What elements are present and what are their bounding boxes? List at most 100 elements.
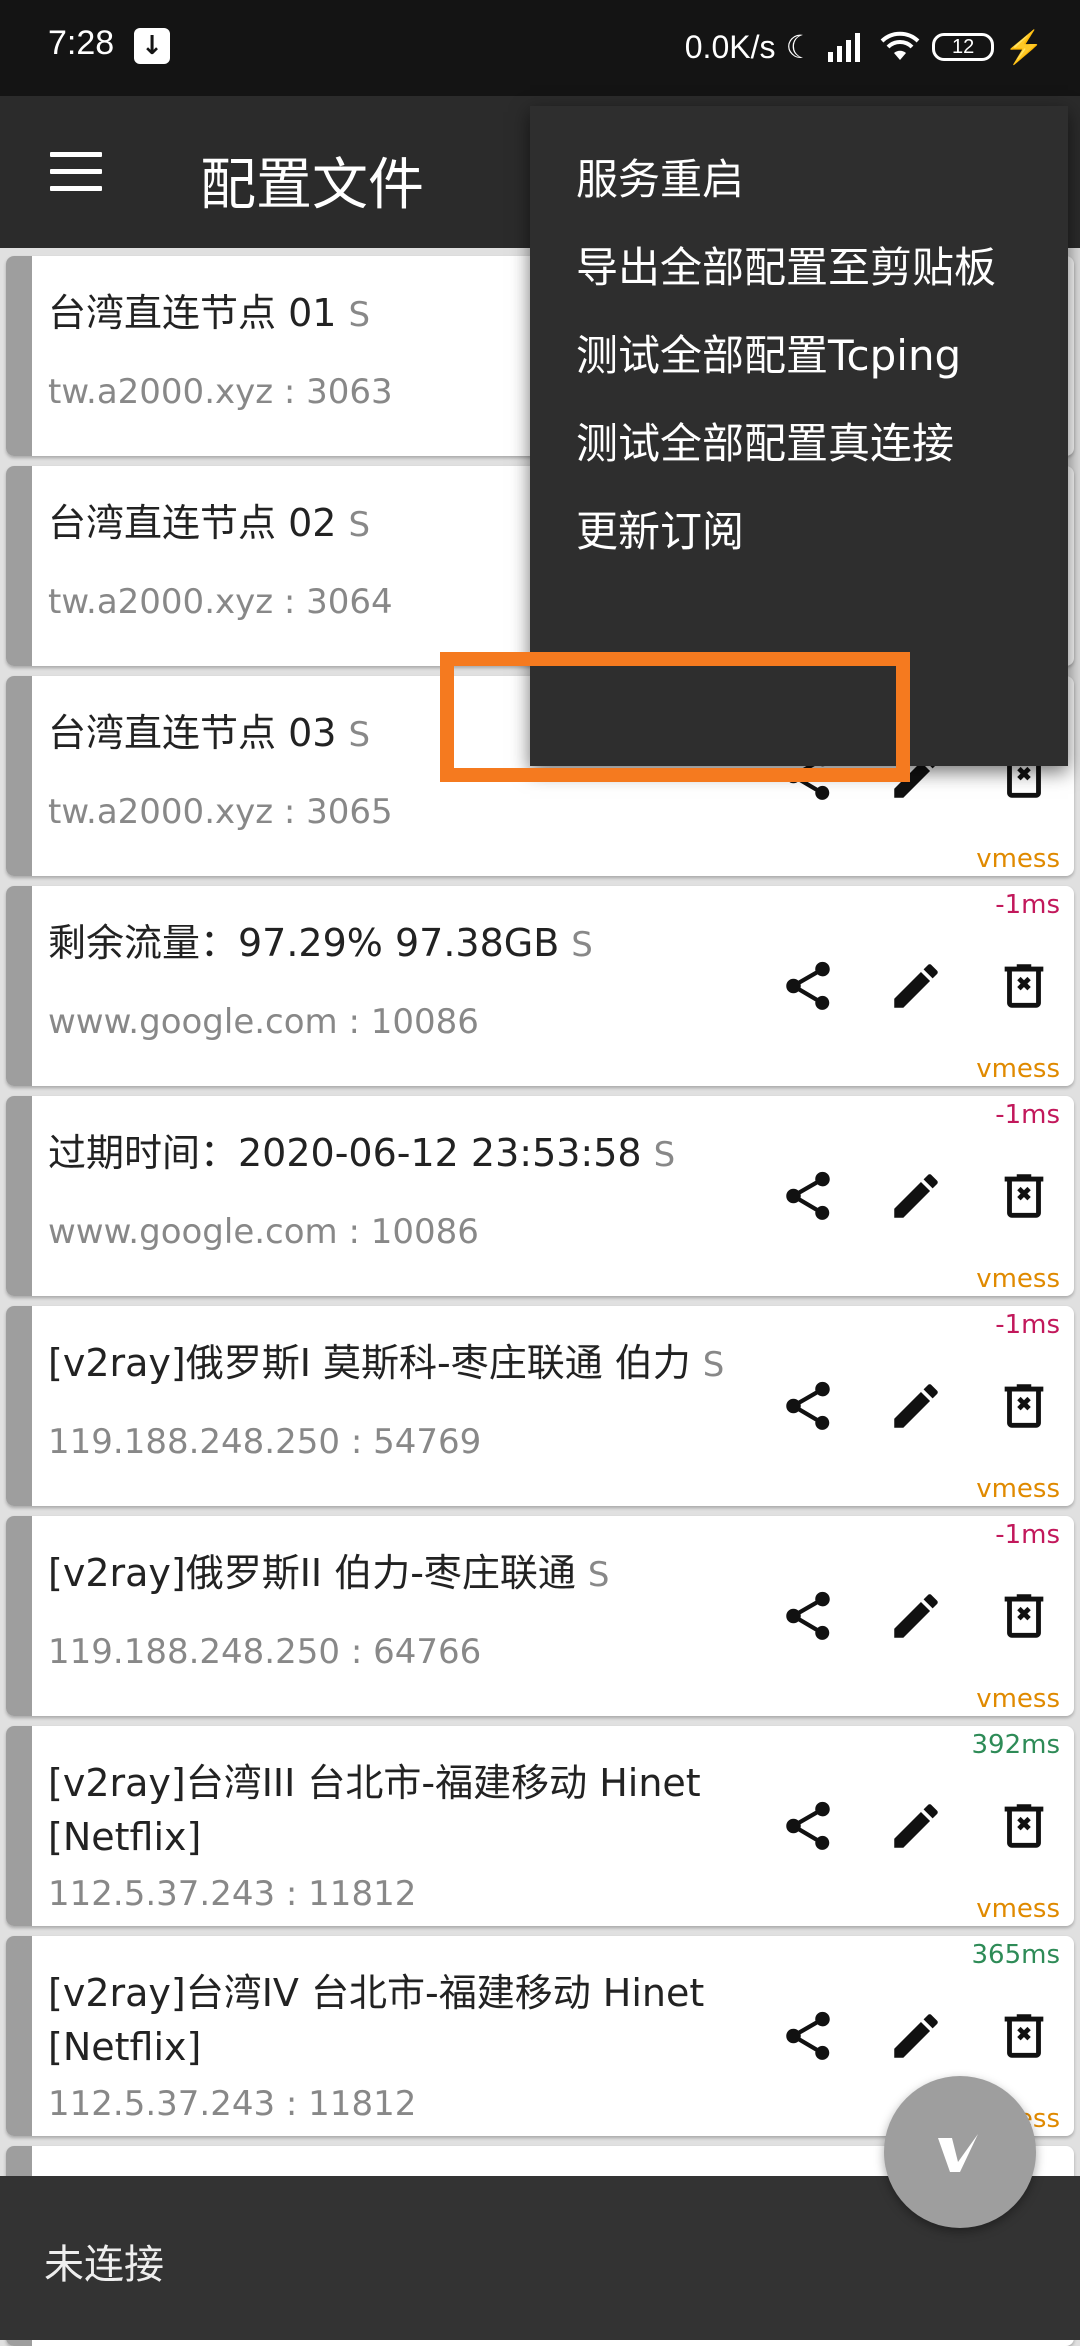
selection-indicator <box>6 1936 32 2136</box>
share-icon[interactable] <box>776 2004 840 2068</box>
card-actions <box>776 1794 1056 1858</box>
card-actions <box>776 2004 1056 2068</box>
server-address: tw.a2000.xyz : 3063 <box>48 372 393 412</box>
share-icon[interactable] <box>776 1794 840 1858</box>
server-address: www.google.com : 10086 <box>48 1002 479 1042</box>
menu-item-restart-service[interactable]: 服务重启 <box>576 146 744 207</box>
server-name: [v2ray]台湾III 台北市-福建移动 Hinet [Netflix] <box>48 1756 768 1864</box>
selection-indicator <box>6 676 32 876</box>
delete-icon[interactable] <box>992 1374 1056 1438</box>
edit-icon[interactable] <box>884 954 948 1018</box>
server-suffix: S <box>348 505 371 545</box>
selection-indicator <box>6 1306 32 1506</box>
edit-icon[interactable] <box>884 1794 948 1858</box>
protocol-type: vmess <box>976 1264 1060 1294</box>
battery-icon: 12 <box>932 33 995 61</box>
ping-latency: -1ms <box>995 1100 1060 1130</box>
server-address: www.google.com : 10086 <box>48 1212 479 1252</box>
server-name-text: [v2ray]俄罗斯II 伯力-枣庄联通 <box>48 1551 576 1595</box>
edit-icon[interactable] <box>884 1374 948 1438</box>
server-name-text: 剩余流量：97.29% 97.38GB <box>48 921 560 965</box>
delete-icon[interactable] <box>992 2004 1056 2068</box>
server-name: 过期时间：2020-06-12 23:53:58 S <box>48 1126 768 1182</box>
ping-latency: -1ms <box>995 890 1060 920</box>
menu-icon[interactable] <box>50 152 102 192</box>
page-title: 配置文件 <box>200 153 424 218</box>
status-icons: 0.0K/s ☾ 12 ⚡ <box>685 22 1044 72</box>
menu-item-test-real-connection[interactable]: 测试全部配置真连接 <box>576 410 954 471</box>
protocol-type: vmess <box>976 1054 1060 1084</box>
card-actions <box>776 1584 1056 1648</box>
server-address: 119.188.248.250 : 54769 <box>48 1422 482 1462</box>
protocol-type: vmess <box>976 1474 1060 1504</box>
protocol-type: vmess <box>976 1894 1060 1924</box>
server-suffix: S <box>348 715 371 755</box>
server-suffix: S <box>653 1135 676 1175</box>
server-card[interactable]: 剩余流量：97.29% 97.38GB Swww.google.com : 100… <box>6 886 1074 1086</box>
server-suffix: S <box>571 925 593 965</box>
highlight-box <box>440 652 910 782</box>
ping-latency: -1ms <box>995 1310 1060 1340</box>
connection-status: 未连接 <box>44 2242 164 2288</box>
server-card[interactable]: 过期时间：2020-06-12 23:53:58 Swww.google.com … <box>6 1096 1074 1296</box>
server-suffix: S <box>702 1345 725 1385</box>
server-address: tw.a2000.xyz : 3065 <box>48 792 393 832</box>
signal-icon <box>828 33 861 62</box>
server-address: 112.5.37.243 : 11812 <box>48 2084 417 2124</box>
protocol-type: vmess <box>976 844 1060 874</box>
clock: 7:28 <box>48 24 115 62</box>
selection-indicator <box>6 256 32 456</box>
ping-latency: 365ms <box>971 1940 1061 1970</box>
v-logo-icon <box>938 2134 978 2172</box>
ping-latency: -1ms <box>995 1520 1060 1550</box>
download-notification-icon: ↓ <box>134 28 170 64</box>
server-suffix: S <box>348 295 371 335</box>
share-icon[interactable] <box>776 1584 840 1648</box>
edit-icon[interactable] <box>884 1584 948 1648</box>
menu-item-test-tcping[interactable]: 测试全部配置Tcping <box>576 322 961 383</box>
server-card[interactable]: [v2ray]俄罗斯I 莫斯科-枣庄联通 伯力 S 119.188.248.250 … <box>6 1306 1074 1506</box>
server-name-text: [v2ray]俄罗斯I 莫斯科-枣庄联通 伯力 <box>48 1341 691 1385</box>
charging-icon: ⚡ <box>1004 29 1044 65</box>
server-name-text: 台湾直连节点 03 <box>48 711 337 755</box>
share-icon[interactable] <box>776 1374 840 1438</box>
menu-item-update-subscription[interactable]: 更新订阅 <box>576 498 744 559</box>
selection-indicator <box>6 1726 32 1926</box>
menu-item-export-all[interactable]: 导出全部配置至剪贴板 <box>576 234 996 295</box>
server-name-text: [v2ray]台湾III 台北市-福建移动 Hinet [Netflix] <box>48 1761 701 1859</box>
delete-icon[interactable] <box>992 1794 1056 1858</box>
server-name: [v2ray]俄罗斯I 莫斯科-枣庄联通 伯力 S <box>48 1336 768 1392</box>
server-name: 剩余流量：97.29% 97.38GB S <box>48 916 768 972</box>
server-name-text: 过期时间：2020-06-12 23:53:58 <box>48 1131 642 1175</box>
edit-icon[interactable] <box>884 2004 948 2068</box>
delete-icon[interactable] <box>992 954 1056 1018</box>
card-actions <box>776 1164 1056 1228</box>
selection-indicator <box>6 886 32 1086</box>
server-name: [v2ray]台湾IV 台北市-福建移动 Hinet [Netflix] <box>48 1966 768 2074</box>
network-speed: 0.0K/s <box>684 28 776 65</box>
server-name-text: 台湾直连节点 01 <box>48 291 337 335</box>
share-icon[interactable] <box>776 954 840 1018</box>
edit-icon[interactable] <box>884 1164 948 1228</box>
connect-fab[interactable] <box>884 2076 1036 2228</box>
wifi-icon <box>880 31 920 60</box>
server-name: [v2ray]俄罗斯II 伯力-枣庄联通 S <box>48 1546 768 1602</box>
server-suffix: S <box>587 1555 610 1595</box>
card-actions <box>776 954 1056 1018</box>
server-card[interactable]: [v2ray]台湾III 台北市-福建移动 Hinet [Netflix] 112… <box>6 1726 1074 1926</box>
server-name-text: [v2ray]台湾IV 台北市-福建移动 Hinet [Netflix] <box>48 1971 705 2069</box>
selection-indicator <box>6 1096 32 1296</box>
selection-indicator <box>6 466 32 666</box>
selection-indicator <box>6 1516 32 1716</box>
delete-icon[interactable] <box>992 1164 1056 1228</box>
card-actions <box>776 1374 1056 1438</box>
status-bar: 7:28 ↓ 0.0K/s ☾ 12 ⚡ <box>0 0 1080 96</box>
server-address: 112.5.37.243 : 11812 <box>48 1874 417 1914</box>
server-name-text: 台湾直连节点 02 <box>48 501 337 545</box>
share-icon[interactable] <box>776 1164 840 1228</box>
server-card[interactable]: [v2ray]俄罗斯II 伯力-枣庄联通 S 119.188.248.250 : 6… <box>6 1516 1074 1716</box>
ping-latency: 392ms <box>971 1730 1061 1760</box>
protocol-type: vmess <box>976 1684 1060 1714</box>
delete-icon[interactable] <box>992 1584 1056 1648</box>
moon-icon: ☾ <box>785 29 815 65</box>
